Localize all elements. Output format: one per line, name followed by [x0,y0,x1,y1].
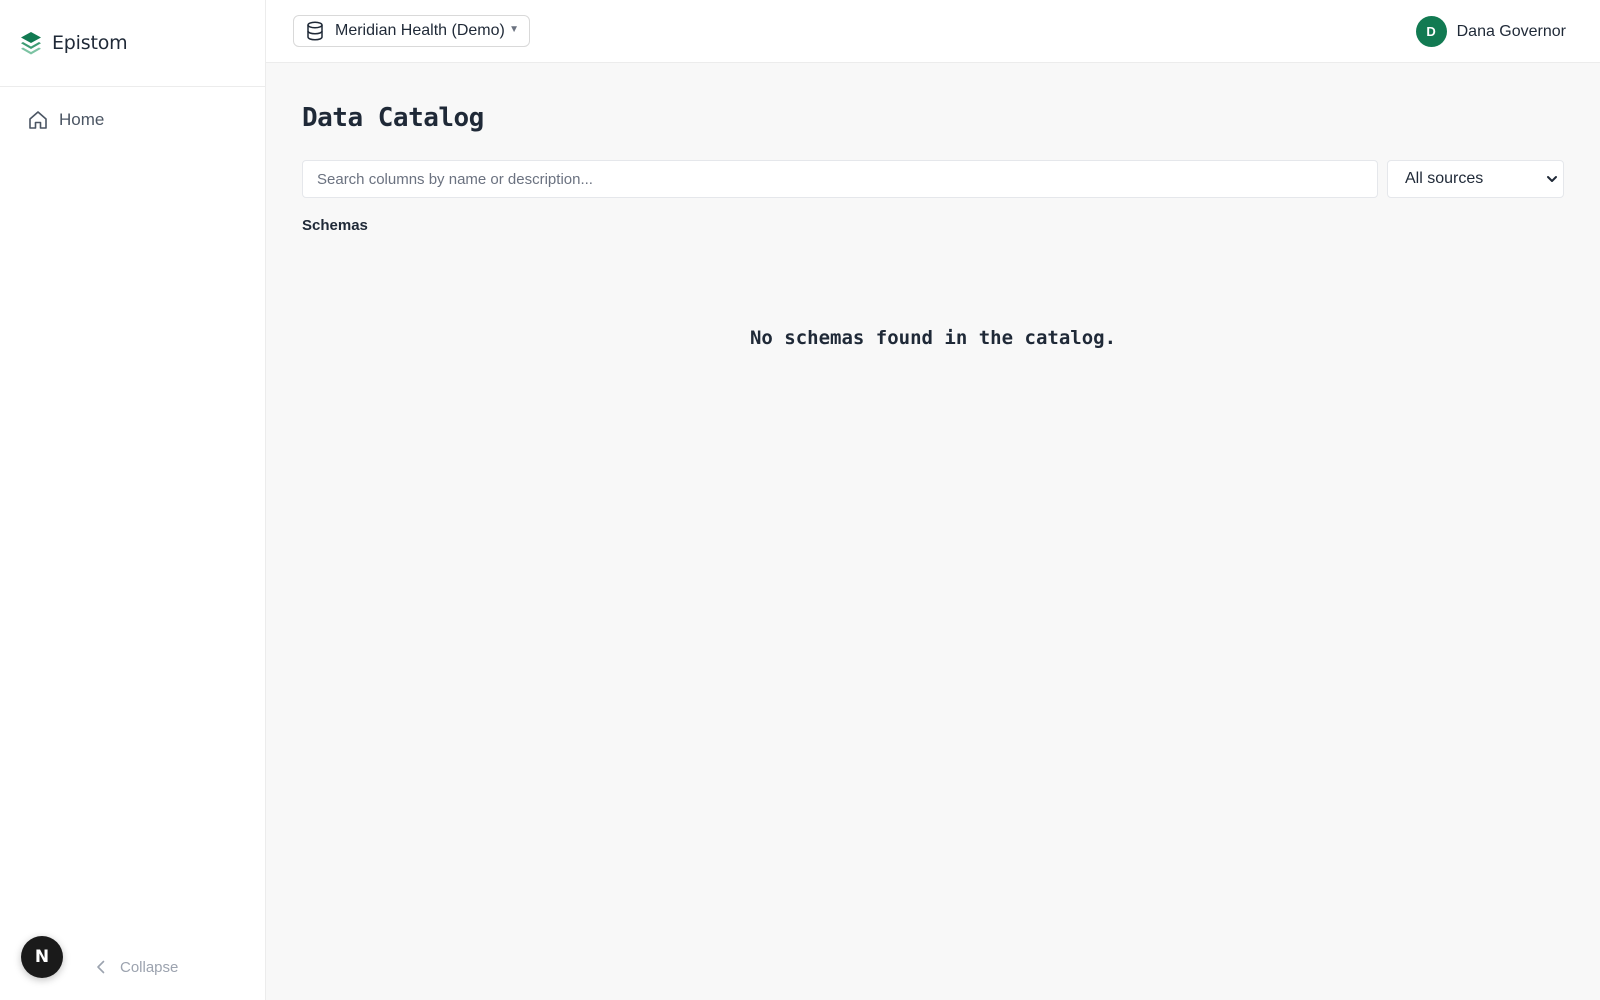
empty-state-message: No schemas found in the catalog. [749,327,1117,349]
dev-tools-badge[interactable]: N [21,936,63,978]
database-icon [304,20,326,42]
collapse-label: Collapse [120,958,179,976]
sidebar-item-label: Home [59,110,105,129]
app-name: Epistom [52,32,128,54]
user-menu[interactable]: D Dana Governor [1415,16,1566,47]
sidebar: Epistom Home N Collapse [0,0,266,1000]
avatar: D [1415,16,1447,47]
page-title: Data Catalog [302,103,484,133]
database-selector[interactable]: Meridian Health (Demo) ▼ [293,15,530,47]
layers-logo-icon [20,31,42,55]
sidebar-footer: N Collapse [0,920,265,1000]
search-input[interactable] [302,160,1378,198]
source-filter-value: All sources [1405,170,1484,187]
badge-letter: N [34,947,50,967]
sidebar-nav: Home [0,87,265,135]
home-icon [27,109,49,131]
main-content: Data Catalog All sources Schemas No sche… [266,63,1600,1000]
sidebar-item-home[interactable]: Home [0,105,265,135]
schemas-heading: Schemas [302,217,368,234]
database-name: Meridian Health (Demo) [335,22,505,39]
brand-header: Epistom [0,0,265,87]
chevron-left-icon [92,958,110,976]
caret-down-icon: ▼ [509,24,519,35]
source-filter-select[interactable]: All sources [1387,160,1564,198]
user-name: Dana Governor [1456,22,1566,40]
topbar: Meridian Health (Demo) ▼ D Dana Governor [266,0,1600,63]
collapse-button[interactable]: Collapse [92,954,178,980]
chevron-down-icon [1545,172,1559,186]
